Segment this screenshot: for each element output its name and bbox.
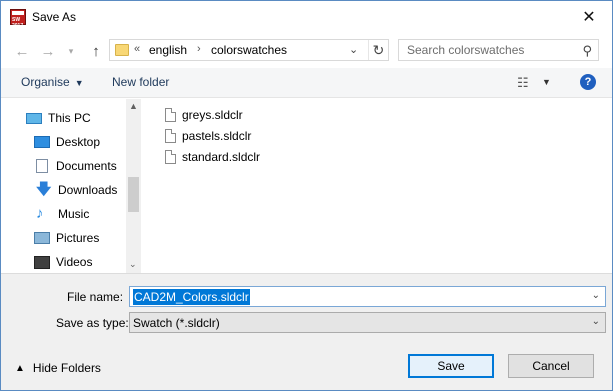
documents-icon	[36, 159, 48, 173]
nav-item-label: Desktop	[56, 135, 101, 149]
file-icon	[165, 129, 176, 143]
file-name: greys.sldclr	[182, 108, 243, 122]
chevron-down-icon: ▼	[74, 78, 84, 88]
search-icon: ⚲	[582, 43, 592, 58]
view-options-icon[interactable]: ☷	[517, 76, 533, 90]
list-item[interactable]: pastels.sldclr	[165, 126, 251, 146]
videos-icon	[34, 255, 50, 269]
nav-item-videos[interactable]: Videos	[34, 251, 92, 273]
hide-folders-button[interactable]: ▲ Hide Folders	[15, 361, 101, 375]
file-name-label: File name:	[67, 290, 124, 304]
nav-item-desktop[interactable]: Desktop	[34, 131, 100, 153]
file-list: greys.sldclr pastels.sldclr standard.sld…	[141, 99, 612, 273]
file-name-value: CAD2M_Colors.sldclr	[133, 289, 250, 305]
nav-item-this-pc[interactable]: This PC	[26, 107, 91, 129]
title-bar: SW 2017 Save As ✕	[1, 1, 612, 33]
save-type-select[interactable]: Swatch (*.sldclr) ⌄	[129, 312, 606, 333]
navigation-pane: This PC Desktop Documents 🡇 Downloads ♪ …	[1, 99, 141, 273]
chevron-down-icon: ▾	[68, 45, 74, 56]
pictures-icon	[34, 232, 50, 244]
breadcrumb-separator: ›	[197, 43, 201, 55]
help-icon[interactable]: ?	[580, 74, 596, 90]
up-arrow-icon: ↑	[92, 42, 100, 60]
desktop-icon	[34, 136, 50, 148]
nav-item-label: Pictures	[56, 231, 100, 245]
nav-item-label: Downloads	[58, 183, 118, 197]
command-bar: Organise ▼ New folder ☷ ▼ ?	[1, 68, 612, 98]
downloads-icon: 🡇	[36, 181, 52, 198]
hide-folders-label: Hide Folders	[32, 361, 101, 375]
search-input[interactable]: Search colorswatches	[407, 43, 524, 57]
chevron-up-icon: ▲	[15, 362, 25, 374]
save-as-dialog: SW 2017 Save As ✕ ← → ▾ ↑ « english › co…	[0, 0, 613, 391]
refresh-button[interactable]: ↻	[368, 40, 388, 60]
back-arrow-icon: ←	[14, 42, 30, 60]
forward-button[interactable]: →	[38, 41, 58, 61]
save-type-label: Save as type:	[56, 316, 129, 330]
music-icon: ♪	[36, 205, 44, 222]
scrollbar-thumb[interactable]	[128, 177, 139, 212]
breadcrumb-english[interactable]: english	[149, 43, 187, 57]
new-folder-button[interactable]: New folder	[112, 75, 169, 89]
chevron-down-icon: ⌄	[591, 316, 600, 327]
save-options-panel: File name: CAD2M_Colors.sldclr ⌄ Save as…	[1, 273, 612, 390]
nav-item-label: This PC	[48, 111, 91, 125]
file-name-field[interactable]: CAD2M_Colors.sldclr ⌄	[129, 286, 606, 307]
organise-label: Organise	[21, 75, 70, 89]
search-box[interactable]: Search colorswatches ⚲	[398, 39, 599, 61]
scroll-up-icon[interactable]: ▲	[129, 101, 138, 111]
list-item[interactable]: greys.sldclr	[165, 105, 243, 125]
nav-item-label: Documents	[56, 159, 117, 173]
file-icon	[165, 150, 176, 164]
file-name: standard.sldclr	[182, 150, 261, 164]
list-item[interactable]: standard.sldclr	[165, 147, 260, 167]
back-button[interactable]: ←	[12, 41, 32, 61]
breadcrumb-overflow[interactable]: «	[134, 43, 140, 55]
nav-item-pictures[interactable]: Pictures	[34, 227, 99, 249]
window-title: Save As	[32, 10, 77, 24]
computer-icon	[26, 112, 42, 124]
nav-item-label: Videos	[56, 255, 93, 269]
folder-icon	[115, 44, 129, 56]
app-icon: SW 2017	[10, 9, 26, 29]
address-bar[interactable]: « english › colorswatches ⌄ ↻	[109, 39, 389, 61]
app-icon-text: SW 2017	[12, 17, 24, 29]
cancel-button[interactable]: Cancel	[508, 354, 594, 378]
close-button[interactable]: ✕	[566, 1, 612, 32]
save-type-value: Swatch (*.sldclr)	[133, 316, 220, 330]
nav-item-label: Music	[58, 207, 90, 221]
nav-item-music[interactable]: ♪ Music	[36, 203, 89, 225]
recent-locations-button[interactable]: ▾	[61, 41, 81, 61]
up-button[interactable]: ↑	[86, 41, 106, 61]
chevron-down-icon[interactable]: ⌄	[592, 290, 600, 301]
organise-menu[interactable]: Organise ▼	[21, 75, 84, 89]
forward-arrow-icon: →	[40, 42, 56, 60]
nav-item-documents[interactable]: Documents	[36, 155, 117, 177]
nav-item-downloads[interactable]: 🡇 Downloads	[36, 179, 117, 201]
file-name: pastels.sldclr	[182, 129, 252, 143]
close-icon: ✕	[582, 8, 596, 26]
view-dropdown-icon[interactable]: ▼	[542, 77, 551, 87]
address-dropdown-icon[interactable]: ⌄	[349, 43, 358, 56]
save-button[interactable]: Save	[408, 354, 494, 378]
breadcrumb-colorswatches[interactable]: colorswatches	[211, 43, 287, 57]
scroll-down-icon[interactable]: ⌄	[129, 259, 137, 270]
file-icon	[165, 108, 176, 122]
refresh-icon: ↻	[372, 41, 385, 58]
nav-scrollbar[interactable]: ▲ ⌄	[126, 99, 141, 273]
